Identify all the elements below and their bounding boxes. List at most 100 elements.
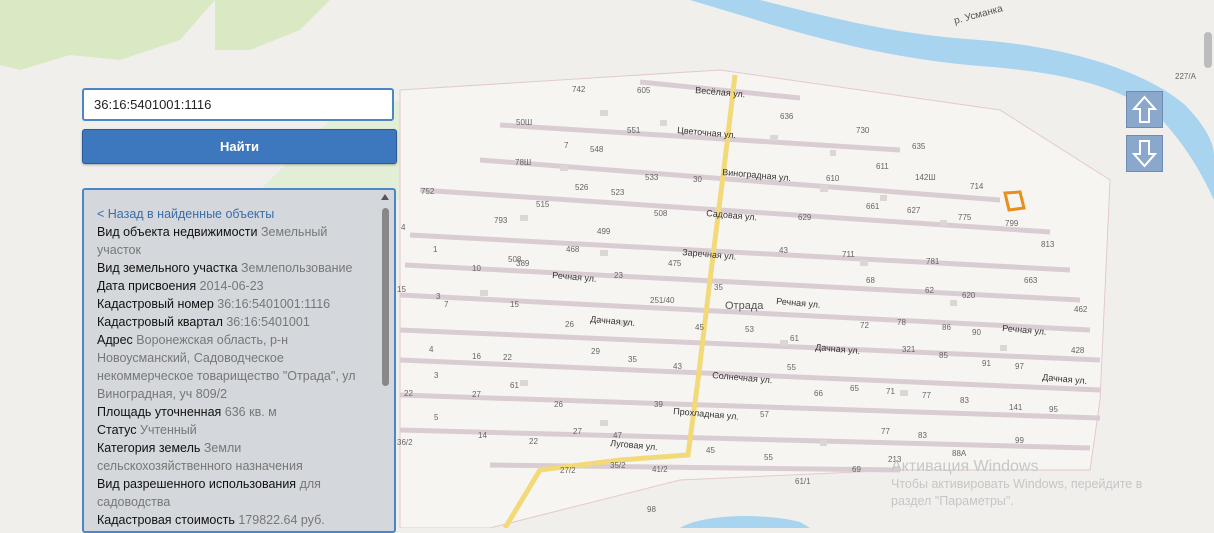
parcel-number: 428 [1071,346,1085,355]
parcel-number: 85 [939,351,948,360]
parcel-number: 629 [798,213,812,222]
watermark-line-2: раздел "Параметры". [891,494,1014,508]
parcel-number: 83 [918,431,927,440]
parcel-number: 515 [536,200,550,209]
parcel-number: 26 [554,400,563,409]
info-row: Вид земельного участка Землепользование [97,259,367,277]
info-value: 36:16:5401001 [226,315,310,329]
parcel-number: 227/А [1175,72,1197,81]
find-button[interactable]: Найти [82,129,397,164]
parcel-number: 71 [886,387,895,396]
parcel-number: 752 [421,187,435,196]
parcel-number: 27/2 [560,466,576,475]
parcel-number: 15 [397,285,406,294]
parcel-number: 30 [693,175,702,184]
parcel-number: 3 [434,371,439,380]
parcel-number: 775 [958,213,972,222]
parcel-number: 661 [866,202,880,211]
parcel-number: 636 [780,112,794,121]
parcel-number: 533 [645,173,659,182]
parcel-number: 22 [529,437,538,446]
parcel-number: 72 [860,321,869,330]
info-row: Площадь уточненная 636 кв. м [97,403,367,421]
parcel-number: 468 [566,245,580,254]
parcel-number: 526 [575,183,589,192]
parcel-number: 499 [597,227,611,236]
info-label: Вид объекта недвижимости [97,225,258,239]
info-label: Кадастровый квартал [97,315,223,329]
info-value: 36:16:5401001:1116 [217,297,331,311]
parcel-number: 4 [401,223,406,232]
parcel-number: 86 [942,323,951,332]
forest-area [0,0,215,70]
parcel-number: 548 [590,145,604,154]
parcel-number: 142Ш [915,173,936,182]
parcel-number: 799 [1005,219,1019,228]
info-label: Вид разрешенного использования [97,477,297,491]
search-input[interactable] [82,88,394,121]
info-content: < Назад в найденные объекты Вид объекта … [84,190,385,529]
parcel-number: 611 [876,162,889,171]
panel-scrollbar[interactable] [380,192,392,531]
scroll-thumb[interactable] [382,208,389,386]
parcel-number: 66 [814,389,823,398]
parcel-number: 77 [922,391,931,400]
parcel-number: 663 [1024,276,1038,285]
parcel-number: 793 [494,216,508,225]
parcel-number: 27 [573,427,582,436]
parcel-number: 7 [444,300,449,309]
parcel-number: 22 [404,389,413,398]
parcel-number: 98 [647,505,656,514]
parcel-number: 813 [1041,240,1055,249]
info-row: Дата присвоения 2014-06-23 [97,277,367,295]
parcel-number: 551 [627,126,641,135]
info-value: Учтенный [140,423,197,437]
parcel-number: 605 [637,86,651,95]
back-link[interactable]: < Назад в найденные объекты [97,205,367,223]
parcel-number: 77 [881,427,890,436]
parcel-number: 83 [960,396,969,405]
parcel-number: 47 [613,431,622,440]
windows-activation-watermark: Активация Windows Чтобы активировать Win… [891,458,1142,510]
info-value: 636 кв. м [224,405,277,419]
parcel-number: 41/2 [652,465,668,474]
parcel-number: 29 [591,347,600,356]
parcel-number: 35 [628,355,637,364]
pan-down-button[interactable] [1126,135,1163,172]
parcel-number: 99 [1015,436,1024,445]
pan-up-button[interactable] [1126,91,1163,128]
parcel-number: 16 [472,352,481,361]
info-panel: < Назад в найденные объекты Вид объекта … [82,188,396,533]
parcel-number: 620 [962,291,976,300]
parcel-number: 43 [779,246,788,255]
parcel-number: 68 [866,276,875,285]
place-label: Отрада [725,300,764,312]
info-value: 2014-06-23 [199,279,264,293]
parcel-number: 3 [436,292,441,301]
info-row: Категория земель Земли сельскохозяйствен… [97,439,367,475]
parcel-number: 27 [472,390,481,399]
river-label: р. Усманка [953,3,1004,27]
info-label: Кадастровая стоимость [97,513,235,527]
info-label: Дата присвоения [97,279,197,293]
watermark-title: Активация Windows [891,458,1039,475]
parcel-number: 4 [429,345,434,354]
scroll-up-icon[interactable] [381,194,389,200]
parcel-number: 61 [510,381,519,390]
parcel-number: 65 [850,384,859,393]
parcel-number: 523 [611,188,625,197]
parcel-number: 97 [1015,362,1024,371]
parcel-number: 10 [472,264,481,273]
parcel-number: 635 [912,142,926,151]
parcel-number: 26 [565,320,574,329]
parcel-number: 730 [856,126,870,135]
info-row: Статус Учтенный [97,421,367,439]
parcel-number: 43 [673,362,682,371]
parcel-number: 462 [1074,305,1088,314]
parcel-number: 50Ш [516,118,532,127]
arrow-up-icon [1131,95,1158,123]
parcel-number: 61/1 [795,477,811,486]
info-label: Адрес [97,333,133,347]
parcel-number: 53 [745,325,754,334]
page-scrollbar[interactable] [1204,32,1212,68]
